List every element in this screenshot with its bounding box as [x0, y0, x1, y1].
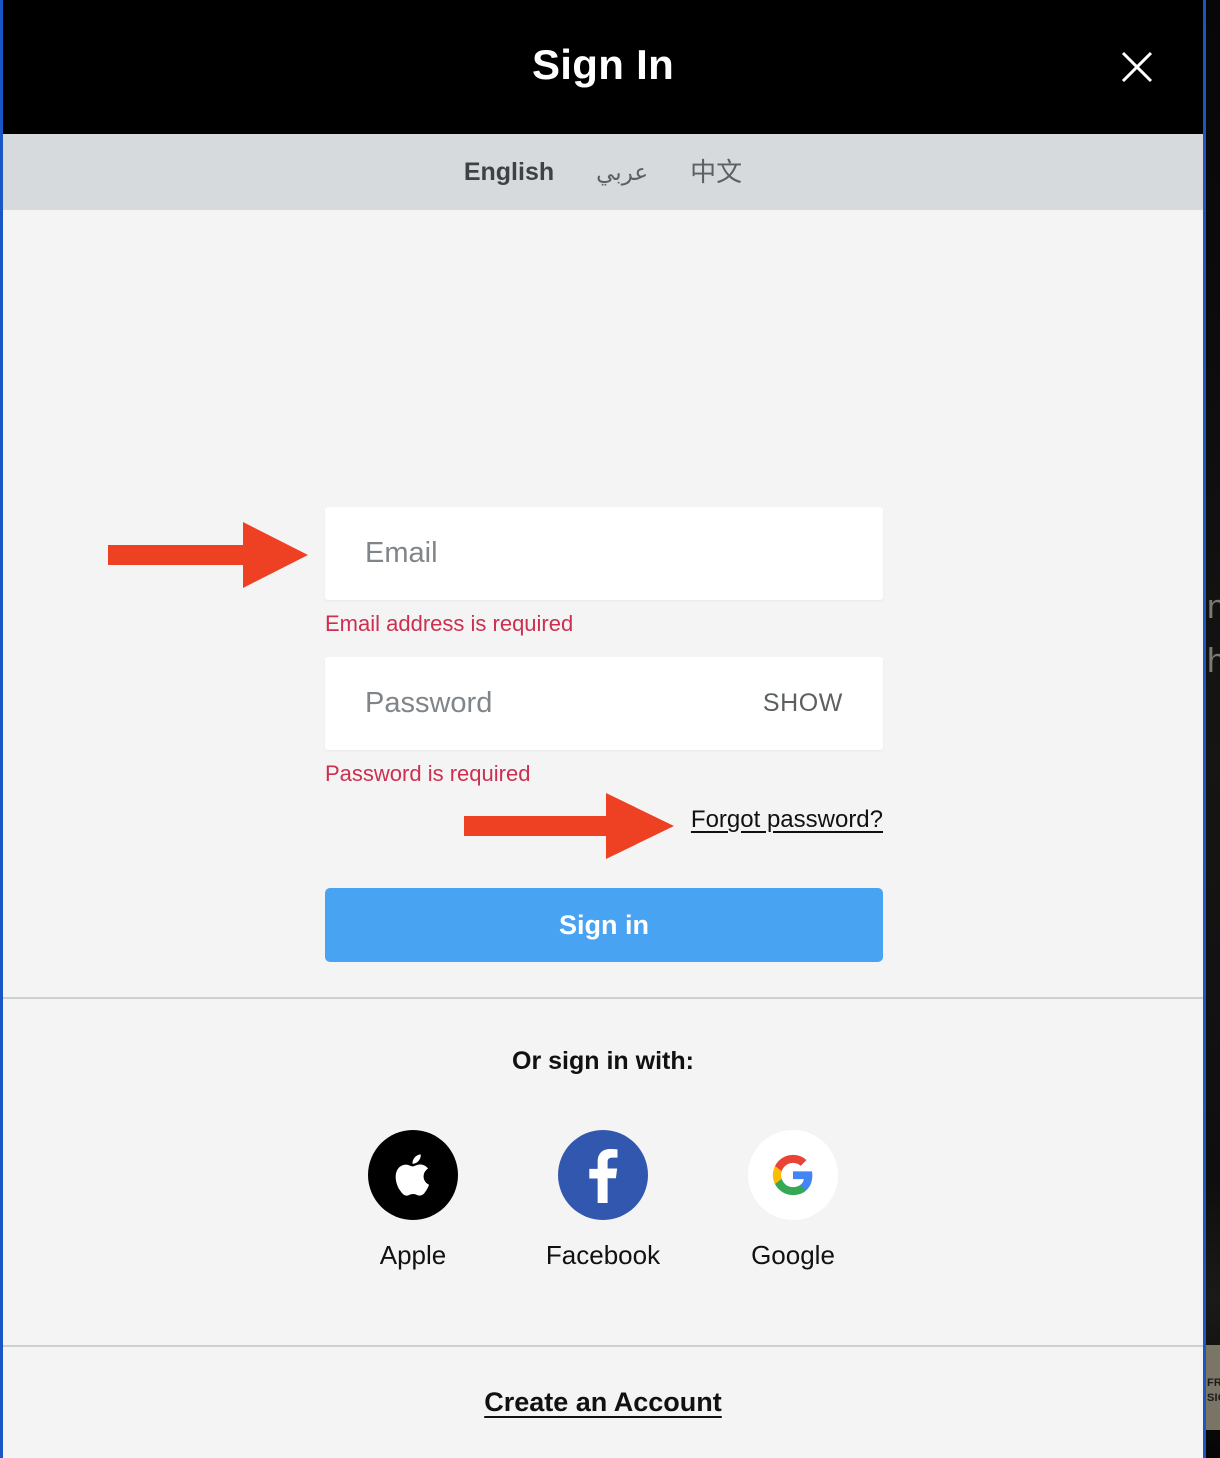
social-heading: Or sign in with:: [512, 1047, 694, 1075]
sign-in-form: Email Email address is required Password…: [3, 210, 1203, 997]
social-sign-in-section: Or sign in with: Apple Facebook Google: [3, 999, 1203, 1345]
language-option-english[interactable]: English: [458, 156, 560, 189]
social-provider-google[interactable]: Google: [744, 1130, 842, 1268]
social-provider-google-label: Google: [751, 1240, 835, 1270]
email-error-message: Email address is required: [325, 611, 574, 636]
forgot-password-link[interactable]: Forgot password?: [691, 806, 883, 833]
social-provider-apple-label: Apple: [379, 1240, 447, 1270]
sign-in-button[interactable]: Sign in: [325, 888, 883, 962]
social-provider-list: Apple Facebook Google: [3, 1130, 1203, 1268]
show-password-toggle[interactable]: SHOW: [763, 691, 843, 716]
social-provider-facebook[interactable]: Facebook: [546, 1130, 660, 1268]
background-page-strip: n h FRE SIG: [1206, 0, 1220, 1458]
background-ghost-small-2: SIG: [1207, 1392, 1220, 1404]
password-field-group: Password SHOW Password is required: [325, 657, 883, 786]
language-option-chinese[interactable]: 中文: [684, 155, 748, 189]
email-placeholder: Email: [365, 537, 438, 569]
language-selector: English عربي 中文: [3, 134, 1203, 210]
email-input[interactable]: Email: [325, 507, 883, 600]
background-ghost-text-2: h: [1207, 642, 1220, 680]
create-account-link[interactable]: Create an Account: [484, 1387, 722, 1418]
password-placeholder: Password: [365, 687, 493, 719]
email-field-group: Email Email address is required: [325, 507, 883, 636]
language-option-arabic[interactable]: عربي: [590, 157, 654, 188]
close-icon: [1117, 47, 1157, 87]
forgot-password-row: Forgot password?: [325, 806, 883, 834]
modal-header: Sign In: [3, 0, 1203, 134]
sign-in-modal: Sign In English عربي 中文 Email Email addr…: [0, 0, 1206, 1458]
password-error-message: Password is required: [325, 761, 531, 786]
apple-icon: [368, 1130, 458, 1220]
background-ghost-text-1: n: [1207, 588, 1220, 626]
annotation-arrow-email-icon: [108, 522, 308, 593]
password-input[interactable]: Password SHOW: [325, 657, 883, 750]
footer-section: Create an Account: [3, 1347, 1203, 1457]
background-ghost-small-1: FRE: [1207, 1377, 1220, 1389]
facebook-icon: [558, 1130, 648, 1220]
social-provider-facebook-label: Facebook: [545, 1240, 661, 1270]
google-icon: [748, 1130, 838, 1220]
social-provider-apple[interactable]: Apple: [364, 1130, 462, 1268]
page-title: Sign In: [531, 41, 675, 88]
close-button[interactable]: [1113, 43, 1161, 91]
